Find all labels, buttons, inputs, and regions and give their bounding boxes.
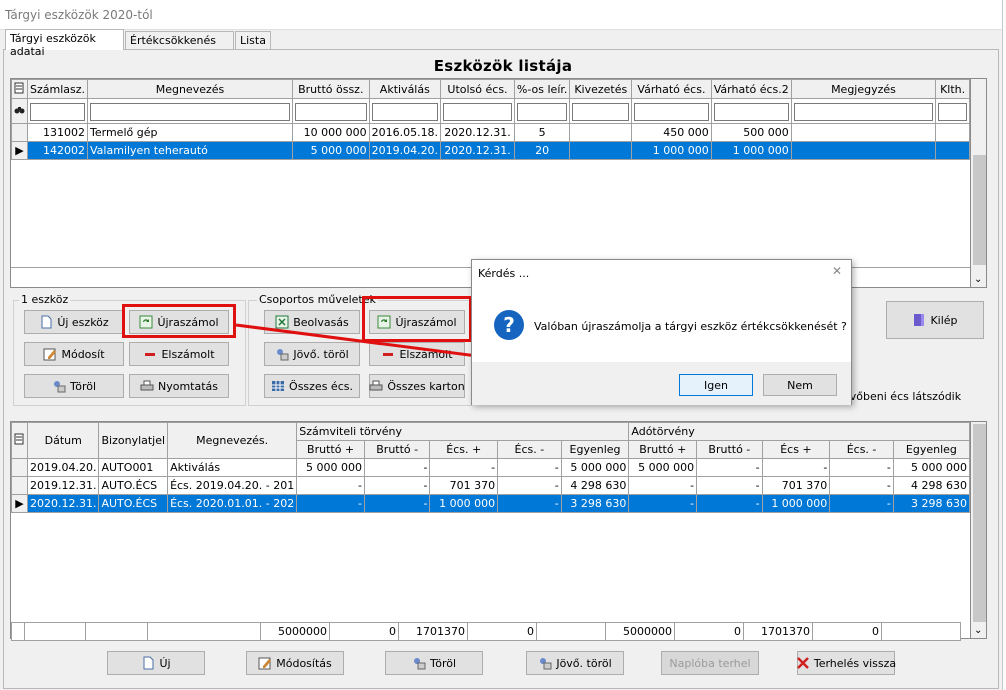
col-header[interactable]: Bruttó +	[296, 440, 365, 459]
delete-entry-button[interactable]: Töröl	[385, 651, 483, 675]
group-header-accounting: Számviteli törvény	[296, 422, 630, 441]
new-entry-button[interactable]: Új	[107, 651, 205, 675]
ledger-grid-scrollbar[interactable]: ⌄	[970, 421, 987, 639]
question-icon: ?	[494, 310, 524, 340]
delete-icon	[412, 656, 426, 670]
delete-icon	[538, 656, 552, 670]
table-row-selected[interactable]: ▶ 2020.12.31. AUTO.ÉCS Écs. 2020.01.01. …	[11, 494, 971, 513]
confirm-dialog: Kérdés ... ✕ ? Valóban újraszámolja a tá…	[471, 259, 852, 405]
col-header[interactable]: Bizonylatjel	[98, 422, 169, 459]
dialog-message: Valóban újraszámolja a tárgyi eszköz ért…	[534, 320, 847, 333]
group-header-tax: Adótörvény	[628, 422, 970, 441]
col-header[interactable]: Egyenleg	[560, 440, 630, 459]
col-header[interactable]: Écs. +	[429, 440, 499, 459]
yes-button[interactable]: Igen	[679, 374, 753, 396]
col-header[interactable]: Egyenleg	[892, 440, 971, 459]
col-header[interactable]: Dátum	[26, 422, 100, 459]
scrollbar-thumb[interactable]	[973, 424, 986, 622]
col-header[interactable]: Bruttó -	[696, 440, 763, 459]
edit-entry-button[interactable]: Módosítás	[246, 651, 344, 675]
scroll-down-icon[interactable]: ⌄	[974, 625, 982, 636]
dialog-title: Kérdés ...	[478, 267, 530, 280]
col-header[interactable]: Écs +	[761, 440, 831, 459]
table-row[interactable]: 2019.04.20. AUTO001 Aktiválás 5 000 000 …	[11, 458, 971, 477]
tab-asset-data[interactable]: Tárgyi eszközök adatai	[5, 29, 124, 58]
col-header[interactable]: Écs. -	[829, 440, 894, 459]
no-button[interactable]: Nem	[763, 374, 837, 396]
col-header[interactable]: Bruttó +	[628, 440, 698, 459]
post-to-journal-button[interactable]: Naplóba terhel	[661, 651, 759, 675]
red-x-icon	[796, 656, 810, 670]
table-row[interactable]: 2019.12.31. AUTO.ÉCS Écs. 2019.04.20. - …	[11, 476, 971, 495]
col-header[interactable]: Écs. -	[497, 440, 562, 459]
grid-settings-icon[interactable]	[11, 422, 28, 459]
close-icon[interactable]: ✕	[832, 264, 842, 278]
col-header[interactable]: Megnevezés.	[167, 422, 298, 459]
new-document-icon	[141, 656, 155, 670]
reverse-charge-button[interactable]: Terhelés vissza	[796, 651, 896, 675]
ledger-grid[interactable]: Dátum Bizonylatjel Megnevezés. Számvitel…	[10, 421, 971, 641]
col-header[interactable]: Bruttó -	[363, 440, 431, 459]
future-delete-entry-button[interactable]: Jövő. töröl	[526, 651, 624, 675]
edit-icon	[258, 656, 272, 670]
totals-row: 5000000 0 1701370 0 5000000 0 1701370 0	[11, 622, 961, 641]
row-pointer-icon: ▶	[11, 494, 28, 513]
